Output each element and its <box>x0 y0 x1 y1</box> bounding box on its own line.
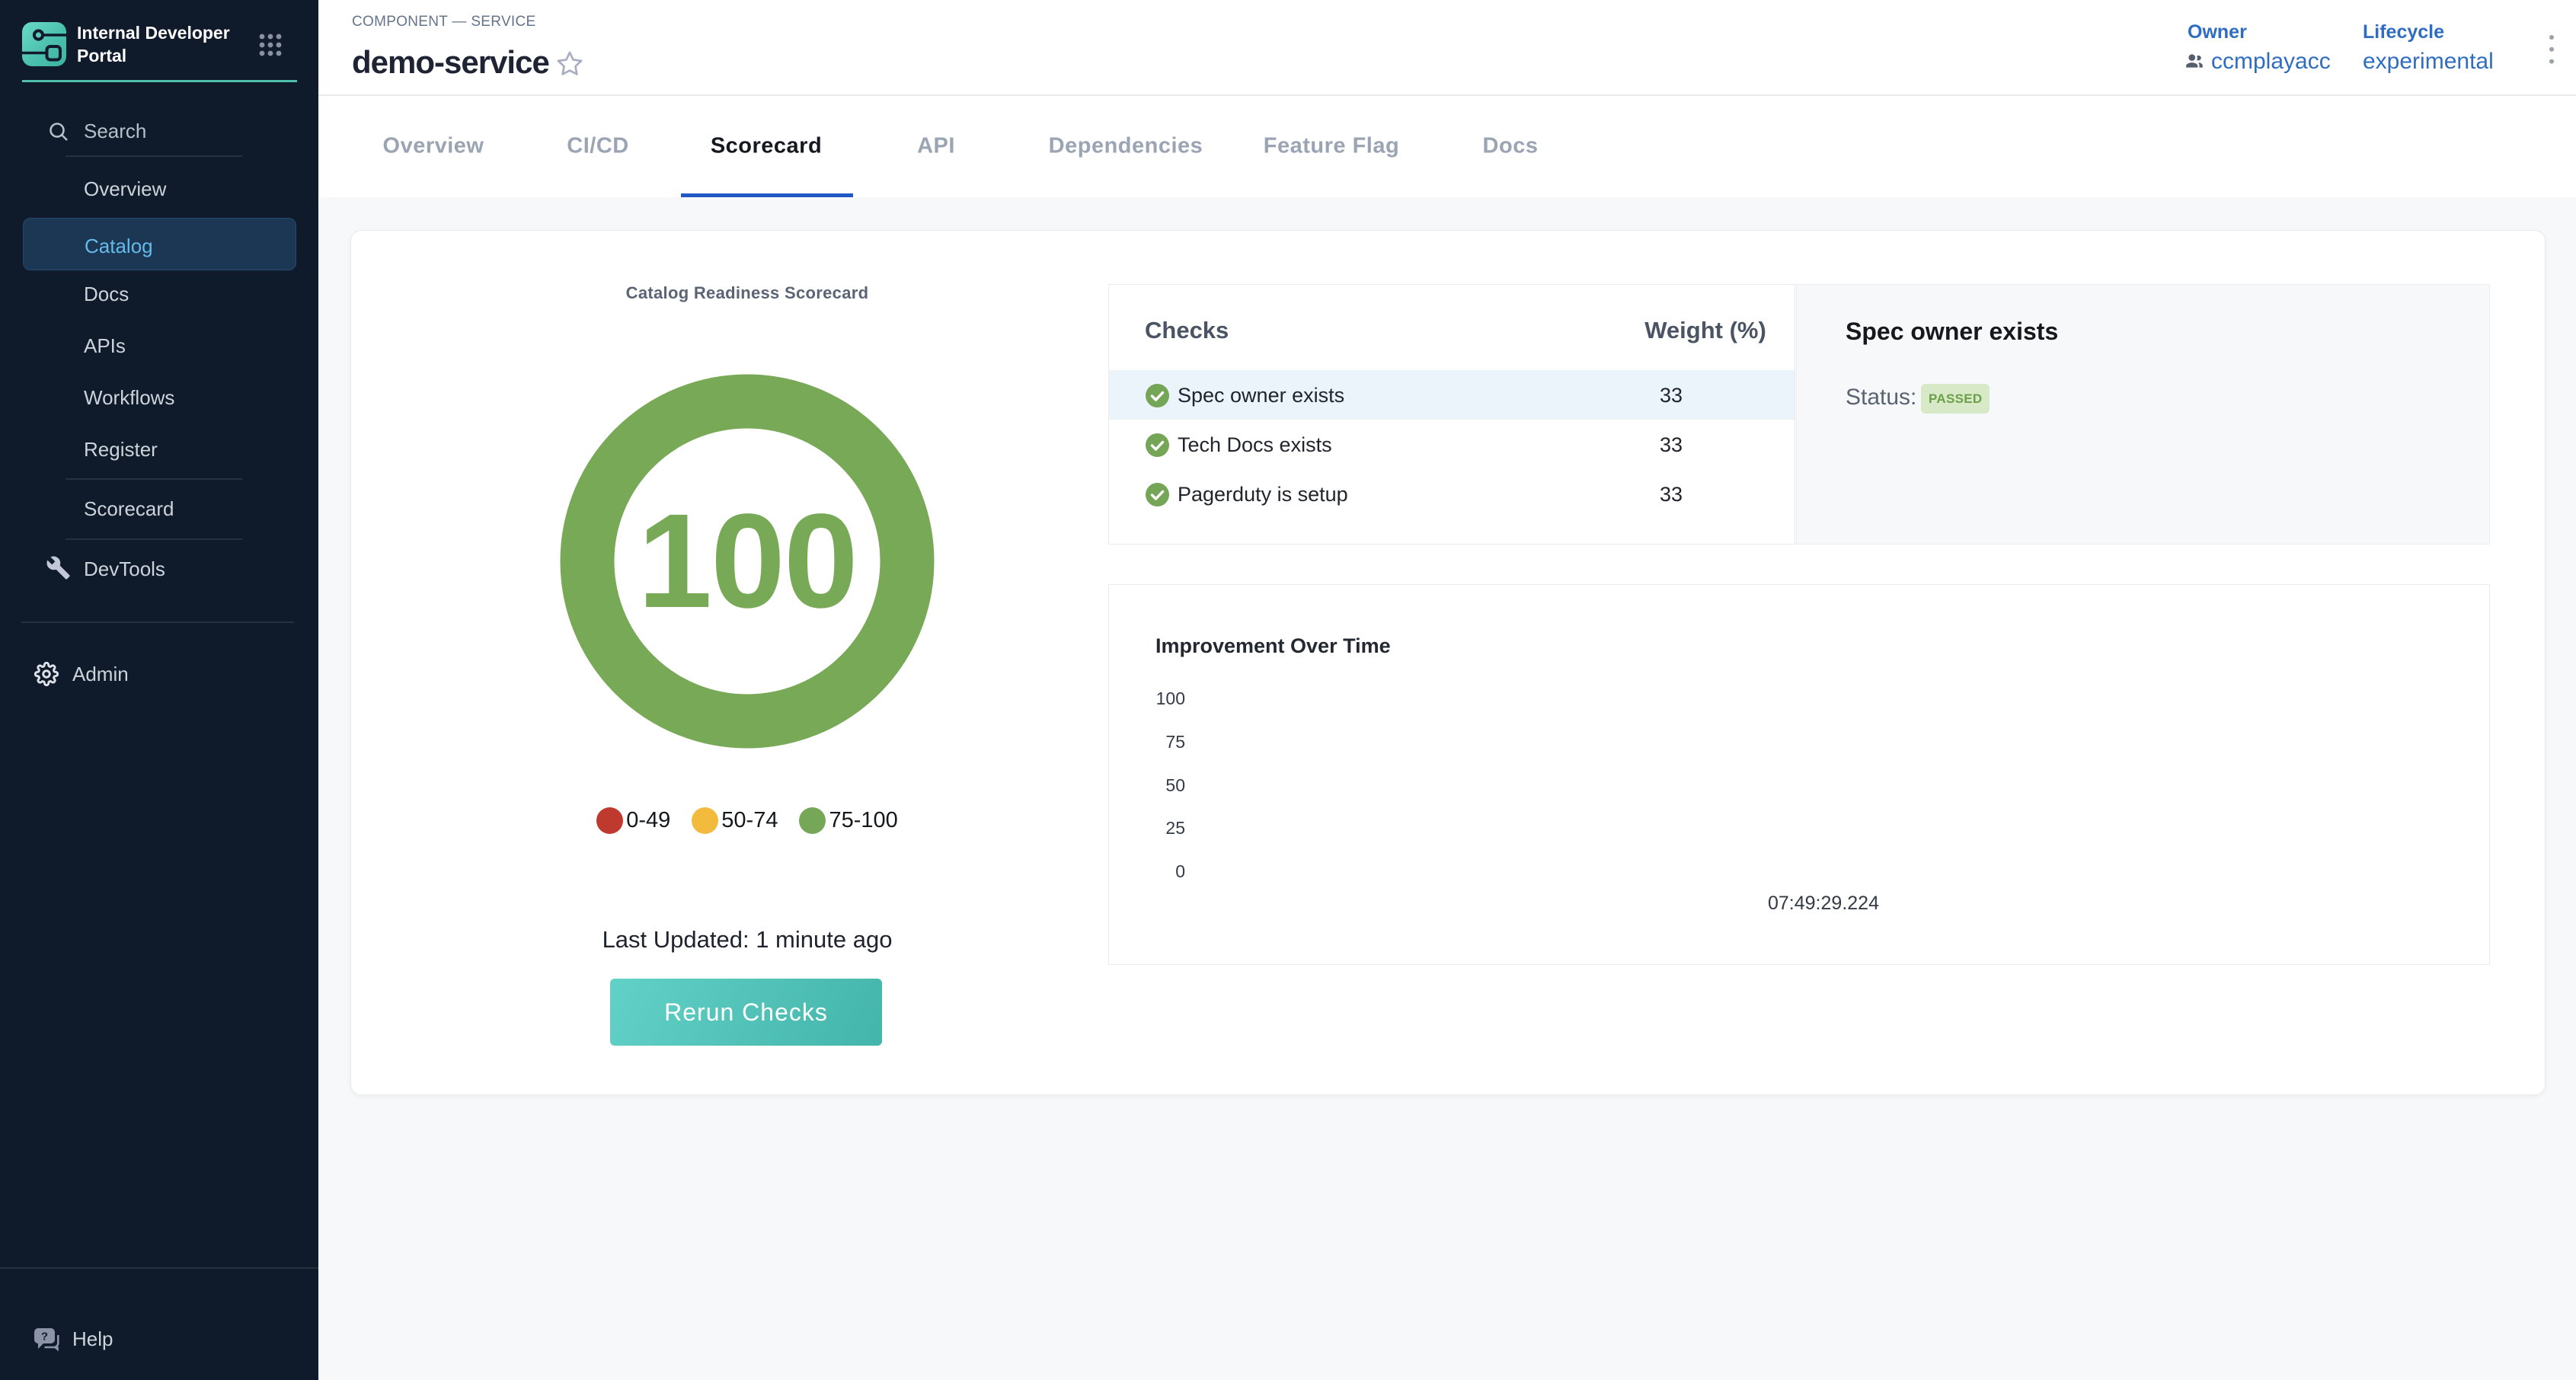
svg-text:?: ? <box>41 1330 48 1343</box>
